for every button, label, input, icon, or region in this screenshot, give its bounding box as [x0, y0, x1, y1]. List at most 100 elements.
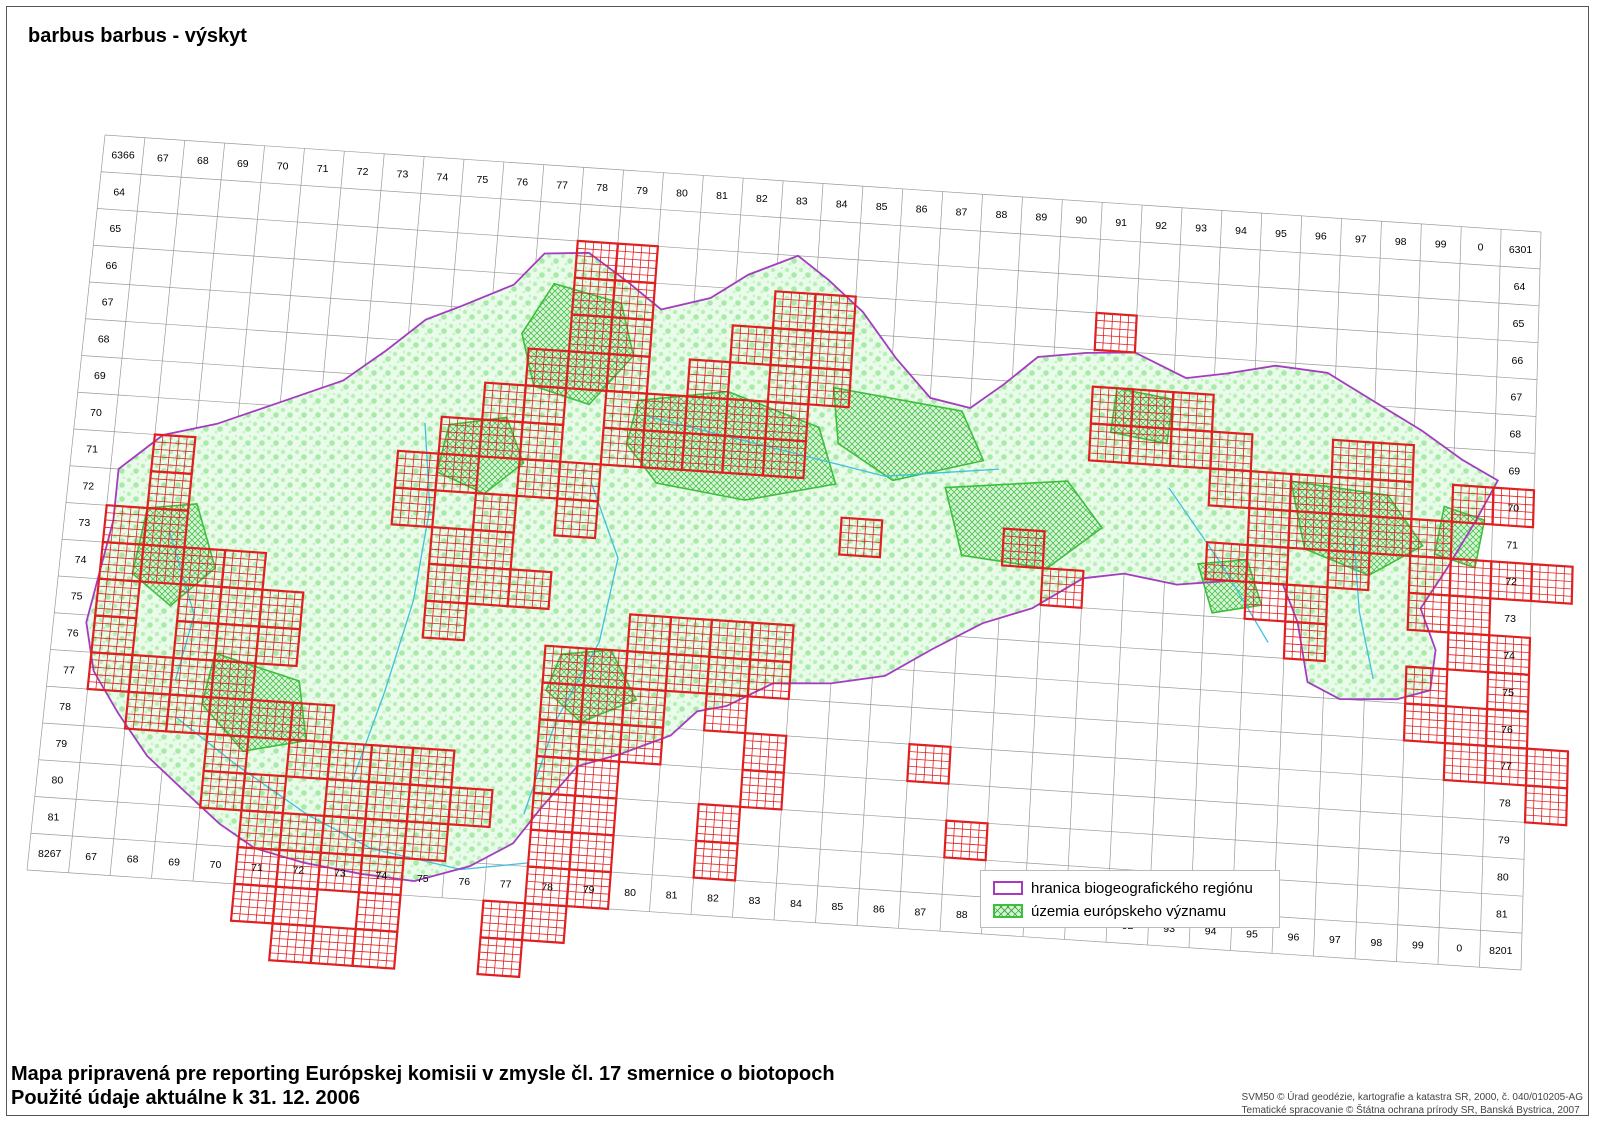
- grid-column-line: [26, 134, 106, 871]
- grid-label-top: 95: [1275, 228, 1287, 240]
- grid-label-bottom: 95: [1246, 929, 1258, 941]
- occurrence-cell: [571, 794, 618, 837]
- grid-label-top: 96: [1315, 231, 1327, 243]
- grid-label-bottom: 73: [334, 867, 346, 879]
- country-area: [86, 252, 1498, 882]
- grid-label-top: 93: [1195, 223, 1207, 235]
- legend-label-natura: územia európskeho významu: [1031, 902, 1227, 920]
- grid-label-bottom: 81: [666, 890, 678, 902]
- grid-label-top: 76: [516, 177, 528, 189]
- grid-label-bottom: 87: [914, 906, 926, 918]
- grid-label-top: 86: [916, 204, 928, 216]
- grid-label-top: 68: [197, 155, 209, 167]
- occurrence-cell: [1524, 747, 1570, 790]
- credit-line-1: SVM50 © Úrad geodézie, kartografie a kat…: [1241, 1092, 1583, 1103]
- occurrence-cell: [695, 802, 742, 845]
- grid-label-right: 71: [1506, 539, 1518, 551]
- legend-label-region-border: hranica biogeografického regiónu: [1031, 879, 1253, 897]
- occurrence-cell: [354, 891, 402, 933]
- occurrence-cell: [741, 731, 788, 774]
- grid-label-top: 81: [716, 190, 728, 202]
- grid-label-bottom: 70: [210, 859, 222, 871]
- grid-label-top: 77: [556, 179, 568, 191]
- grid-label-top: 84: [836, 198, 848, 210]
- grid-label-left: 75: [71, 591, 83, 603]
- grid-label-top-corner: 6301: [1509, 244, 1533, 256]
- grid-label-bottom: 86: [873, 904, 885, 916]
- region-border-swatch: [993, 881, 1023, 895]
- grid-label-right: 81: [1496, 908, 1508, 920]
- grid-label-top: 69: [237, 158, 249, 170]
- grid-label-bottom: 68: [127, 854, 139, 866]
- grid-label-left: 65: [109, 223, 121, 235]
- grid-label-left: 67: [102, 297, 114, 309]
- grid-label-right: 77: [1500, 761, 1512, 773]
- occurrence-cell: [309, 925, 357, 967]
- legend-item-region-border: hranica biogeografického regiónu: [993, 878, 1253, 898]
- grid-label-right: 75: [1502, 687, 1514, 699]
- legend: hranica biogeografického regiónu územia …: [980, 870, 1280, 928]
- grid-label-top: 92: [1155, 220, 1167, 232]
- grid-label-top: 97: [1355, 233, 1367, 245]
- grid-label-top: 78: [596, 182, 608, 194]
- grid-label-left: 80: [52, 775, 64, 787]
- grid-label-left: 78: [59, 701, 71, 713]
- grid-label-bottom: 82: [707, 892, 719, 904]
- grid-label-left: 68: [98, 334, 110, 346]
- grid-label-right: 74: [1503, 650, 1515, 662]
- grid-label-bottom: 71: [251, 862, 263, 874]
- grid-label-top: 85: [876, 201, 888, 213]
- grid-label-left: 66: [106, 260, 118, 272]
- grid-label-top: 89: [1036, 212, 1048, 224]
- grid-label-top: 83: [796, 196, 808, 208]
- grid-label-top: 0: [1478, 241, 1484, 253]
- grid-label-bottom: 88: [956, 909, 968, 921]
- occurrence-cell: [526, 828, 574, 871]
- grid-label-left: 64: [113, 187, 125, 199]
- occurrence-cell: [943, 819, 989, 862]
- grid-label-bottom: 75: [417, 873, 429, 885]
- grid-label-bottom: 96: [1288, 931, 1300, 943]
- grid-label-right: 67: [1511, 392, 1523, 404]
- grid-label-top: 91: [1115, 217, 1127, 229]
- grid-label-right: 76: [1501, 724, 1513, 736]
- grid-label-top: 82: [756, 193, 768, 205]
- country-layer: [85, 251, 1500, 883]
- grid-label-right: 78: [1499, 798, 1511, 810]
- occurrence-cell: [229, 882, 278, 925]
- occurrence-cell: [1093, 311, 1138, 354]
- grid-label-bottom: 97: [1329, 934, 1341, 946]
- credit-line-2: Tematické spracovanie © Štátna ochrana p…: [1241, 1105, 1580, 1116]
- grid-label-top: 73: [397, 169, 409, 181]
- grid-label-top: 71: [317, 163, 329, 175]
- occurrence-cell: [1447, 594, 1492, 637]
- occurrence-cell: [738, 768, 785, 811]
- occurrence-cell: [479, 899, 527, 942]
- grid-label-bottom: 69: [168, 856, 180, 868]
- grid-label-bottom: 98: [1371, 937, 1383, 949]
- grid-label-top: 79: [636, 185, 648, 197]
- grid-label-right: 69: [1508, 466, 1520, 478]
- occurrence-cell: [351, 927, 399, 970]
- occurrence-cell: [520, 902, 568, 945]
- occurrence-cell: [271, 885, 319, 928]
- grid-label-bottom: 74: [376, 870, 388, 882]
- grid-label-right: 65: [1513, 318, 1525, 330]
- grid-label-top: 88: [996, 209, 1008, 221]
- occurrence-cell: [1446, 631, 1491, 674]
- grid-label-top: 72: [357, 166, 369, 178]
- grid-label-top: 70: [277, 161, 289, 173]
- occurrence-cell: [568, 831, 615, 874]
- occurrence-cell: [692, 839, 739, 882]
- grid-label-bottom: 77: [500, 879, 512, 891]
- grid-label-top: 90: [1075, 214, 1087, 226]
- grid-label-bottom: 79: [583, 884, 595, 896]
- footer-line-1: Mapa pripravená pre reporting Európskej …: [11, 1063, 835, 1085]
- natura-swatch: [993, 904, 1023, 918]
- grid-label-bottom: 76: [458, 876, 470, 888]
- grid-label-bottom: 78: [541, 881, 553, 893]
- grid-label-right: 80: [1497, 871, 1509, 883]
- grid-label-right: 64: [1514, 281, 1526, 293]
- grid-label-top: 99: [1435, 239, 1447, 251]
- credits: SVM50 © Úrad geodézie, kartografie a kat…: [1242, 1091, 1583, 1117]
